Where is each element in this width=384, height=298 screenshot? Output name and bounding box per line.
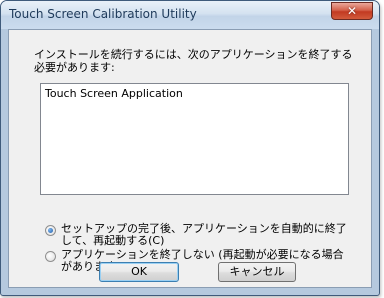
- radio-button-checked[interactable]: [45, 225, 56, 236]
- dialog-window: Touch Screen Calibration Utility ✕ インストー…: [0, 0, 380, 296]
- radio-button[interactable]: [45, 251, 56, 262]
- radio-label-close-and-restart[interactable]: セットアップの完了後、アプリケーションを自動的に終了して、再起動する(C): [61, 223, 351, 247]
- dialog-body: インストールを続行するには、次のアプリケーションを終了する必要があります: To…: [8, 29, 372, 288]
- application-listbox[interactable]: Touch Screen Application: [40, 83, 349, 195]
- title-bar[interactable]: Touch Screen Calibration Utility ✕: [1, 1, 379, 29]
- close-button[interactable]: ✕: [331, 2, 373, 20]
- ok-button[interactable]: OK: [99, 262, 179, 282]
- list-item[interactable]: Touch Screen Application: [45, 87, 183, 100]
- cancel-button[interactable]: キャンセル: [218, 262, 296, 282]
- instruction-text: インストールを続行するには、次のアプリケーションを終了する必要があります:: [34, 48, 353, 74]
- close-icon: ✕: [346, 4, 358, 18]
- window-title: Touch Screen Calibration Utility: [9, 7, 197, 21]
